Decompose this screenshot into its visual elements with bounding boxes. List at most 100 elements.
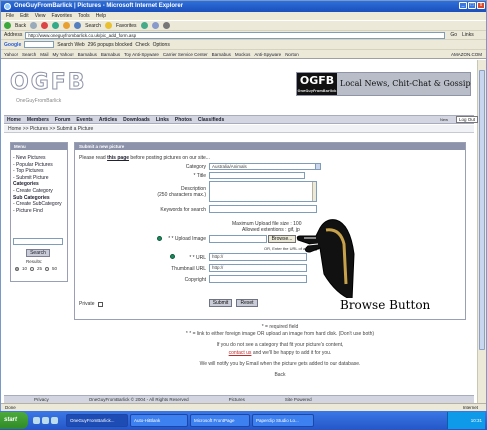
home-icon[interactable] xyxy=(63,22,71,29)
favorites-button[interactable]: Favorites xyxy=(116,23,137,29)
refresh-icon[interactable] xyxy=(52,22,60,29)
menu-help[interactable]: Help xyxy=(96,12,106,20)
links-item[interactable]: Search xyxy=(22,52,36,57)
links-item[interactable]: Toy Anti-Spyware xyxy=(124,52,159,57)
footer-privacy-link[interactable]: Privacy xyxy=(34,397,49,402)
minimize-button[interactable]: _ xyxy=(459,2,467,9)
quick-launch-icon[interactable] xyxy=(42,417,49,424)
contact-link[interactable]: contact us xyxy=(229,350,252,356)
intro-link[interactable]: this page xyxy=(107,155,129,161)
start-button[interactable]: start xyxy=(0,412,28,429)
nav-classifieds[interactable]: Classifieds xyxy=(198,117,224,123)
links-item[interactable]: Anti-Spyware xyxy=(254,52,281,57)
sidebar-item-new-pictures[interactable]: - New Pictures xyxy=(13,155,62,162)
vertical-scrollbar[interactable] xyxy=(477,60,486,403)
links-item[interactable]: My Yahoo! xyxy=(52,52,73,57)
sidebar-item-popular-pictures[interactable]: - Popular Pictures xyxy=(13,162,62,169)
results-radio-50[interactable] xyxy=(45,266,50,271)
search-button[interactable]: Search xyxy=(85,23,101,29)
site-logo[interactable]: OGFB xyxy=(10,70,87,96)
links-item[interactable]: Yahoo! xyxy=(4,52,18,57)
thumbnail-input[interactable]: http:// xyxy=(209,264,307,272)
taskbar-item[interactable]: OneGuyFromBarlick... xyxy=(66,414,128,427)
reset-button[interactable]: Reset xyxy=(236,299,258,307)
copyright-input[interactable] xyxy=(209,275,307,283)
sidebar-item-create-category[interactable]: - Create Category xyxy=(13,188,62,195)
links-item[interactable]: Mockos xyxy=(235,52,251,57)
browse-button[interactable]: Browse... xyxy=(268,235,296,243)
private-row: Private xyxy=(79,301,103,307)
google-check-button[interactable]: Check xyxy=(135,42,149,48)
stop-icon[interactable] xyxy=(41,22,49,29)
links-item[interactable]: Barnabus xyxy=(101,52,120,57)
chevron-down-icon[interactable] xyxy=(315,164,320,169)
results-radio-25[interactable] xyxy=(30,266,35,271)
history-icon[interactable] xyxy=(140,22,148,29)
menu-tools[interactable]: Tools xyxy=(78,12,90,20)
contact-note: contact us and we'll be happy to add it … xyxy=(100,350,460,357)
logout-button[interactable]: Log Out xyxy=(456,116,479,123)
textarea-scrollbar[interactable] xyxy=(312,182,316,201)
go-button[interactable]: Go xyxy=(448,32,459,38)
links-item[interactable]: Carrier Service Center xyxy=(163,52,208,57)
nav-photos[interactable]: Photos xyxy=(175,117,192,123)
links-item[interactable]: Barnabus xyxy=(212,52,231,57)
search-icon[interactable] xyxy=(74,22,82,29)
links-label[interactable]: Links xyxy=(462,32,474,38)
nav-links[interactable]: Links xyxy=(156,117,169,123)
back-button[interactable]: Back xyxy=(15,23,26,29)
links-amazon[interactable]: AMAZON.COM xyxy=(451,52,486,57)
address-input[interactable]: http://www.oneguyfrombarlick.co.uk/pic_a… xyxy=(25,31,446,39)
mail-icon[interactable] xyxy=(151,22,159,29)
favorites-icon[interactable] xyxy=(104,22,112,29)
nav-members[interactable]: Members xyxy=(27,117,49,123)
menu-edit[interactable]: Edit xyxy=(20,12,29,20)
nav-events[interactable]: Events xyxy=(76,117,92,123)
sidebar-item-picture-find[interactable]: - Picture Find xyxy=(13,208,62,215)
menu-file[interactable]: File xyxy=(6,12,14,20)
nav-downloads[interactable]: Downloads xyxy=(123,117,150,123)
breadcrumb[interactable]: Home >> Pictures >> Submit a Picture xyxy=(4,125,474,133)
google-search-web-button[interactable]: Search Web xyxy=(57,42,84,48)
private-checkbox[interactable] xyxy=(97,301,103,307)
google-search-input[interactable] xyxy=(24,41,55,48)
description-textarea[interactable] xyxy=(209,181,317,202)
url-input[interactable]: http:// xyxy=(209,253,307,261)
category-select[interactable]: Australia/Animals xyxy=(209,163,321,170)
nav-home[interactable]: Home xyxy=(7,117,21,123)
back-icon[interactable] xyxy=(4,22,11,29)
submit-button[interactable]: Submit xyxy=(209,299,232,307)
taskbar-item[interactable]: Paperclip Studio Lo... xyxy=(252,414,314,427)
sidebar-item-top-pictures[interactable]: - Top Pictures xyxy=(13,168,62,175)
footer-pictures-link[interactable]: Pictures xyxy=(229,397,245,402)
quick-launch-icon[interactable] xyxy=(51,417,58,424)
taskbar-item[interactable]: Auto-HiBlank xyxy=(130,414,188,427)
links-item[interactable]: Mail xyxy=(40,52,48,57)
upload-file-input[interactable] xyxy=(209,235,267,243)
taskbar-item[interactable]: Microsoft FrontPage xyxy=(190,414,250,427)
sidebar-search-button[interactable]: Search xyxy=(26,249,50,257)
menu-favorites[interactable]: Favorites xyxy=(51,12,72,20)
sidebar-item-create-subcategory[interactable]: - Create SubCategory xyxy=(13,201,62,208)
sidebar-search-input[interactable] xyxy=(13,238,63,245)
nav-forum[interactable]: Forum xyxy=(55,117,71,123)
google-popups-blocked[interactable]: 296 popups blocked xyxy=(88,42,133,48)
links-item[interactable]: Barnabus xyxy=(78,52,97,57)
scrollbar-thumb[interactable] xyxy=(479,70,485,350)
menu-view[interactable]: View xyxy=(35,12,46,20)
system-tray-clock[interactable]: 10:31 xyxy=(447,412,485,429)
back-link[interactable]: Back xyxy=(100,372,460,379)
google-options-button[interactable]: Options xyxy=(153,42,170,48)
close-button[interactable]: x xyxy=(477,2,485,9)
keywords-input[interactable] xyxy=(209,205,317,213)
sidebar-item-submit-picture[interactable]: - Submit Picture xyxy=(13,175,62,182)
nav-articles[interactable]: Articles xyxy=(99,117,117,123)
title-input[interactable] xyxy=(209,172,305,179)
user-new-link[interactable]: New xyxy=(440,117,448,122)
results-radio-10[interactable] xyxy=(15,266,19,271)
maximize-button[interactable]: □ xyxy=(468,2,476,9)
print-icon[interactable] xyxy=(162,22,170,29)
quick-launch-icon[interactable] xyxy=(33,417,40,424)
links-item[interactable]: Norton xyxy=(285,52,299,57)
forward-icon[interactable] xyxy=(30,22,38,29)
